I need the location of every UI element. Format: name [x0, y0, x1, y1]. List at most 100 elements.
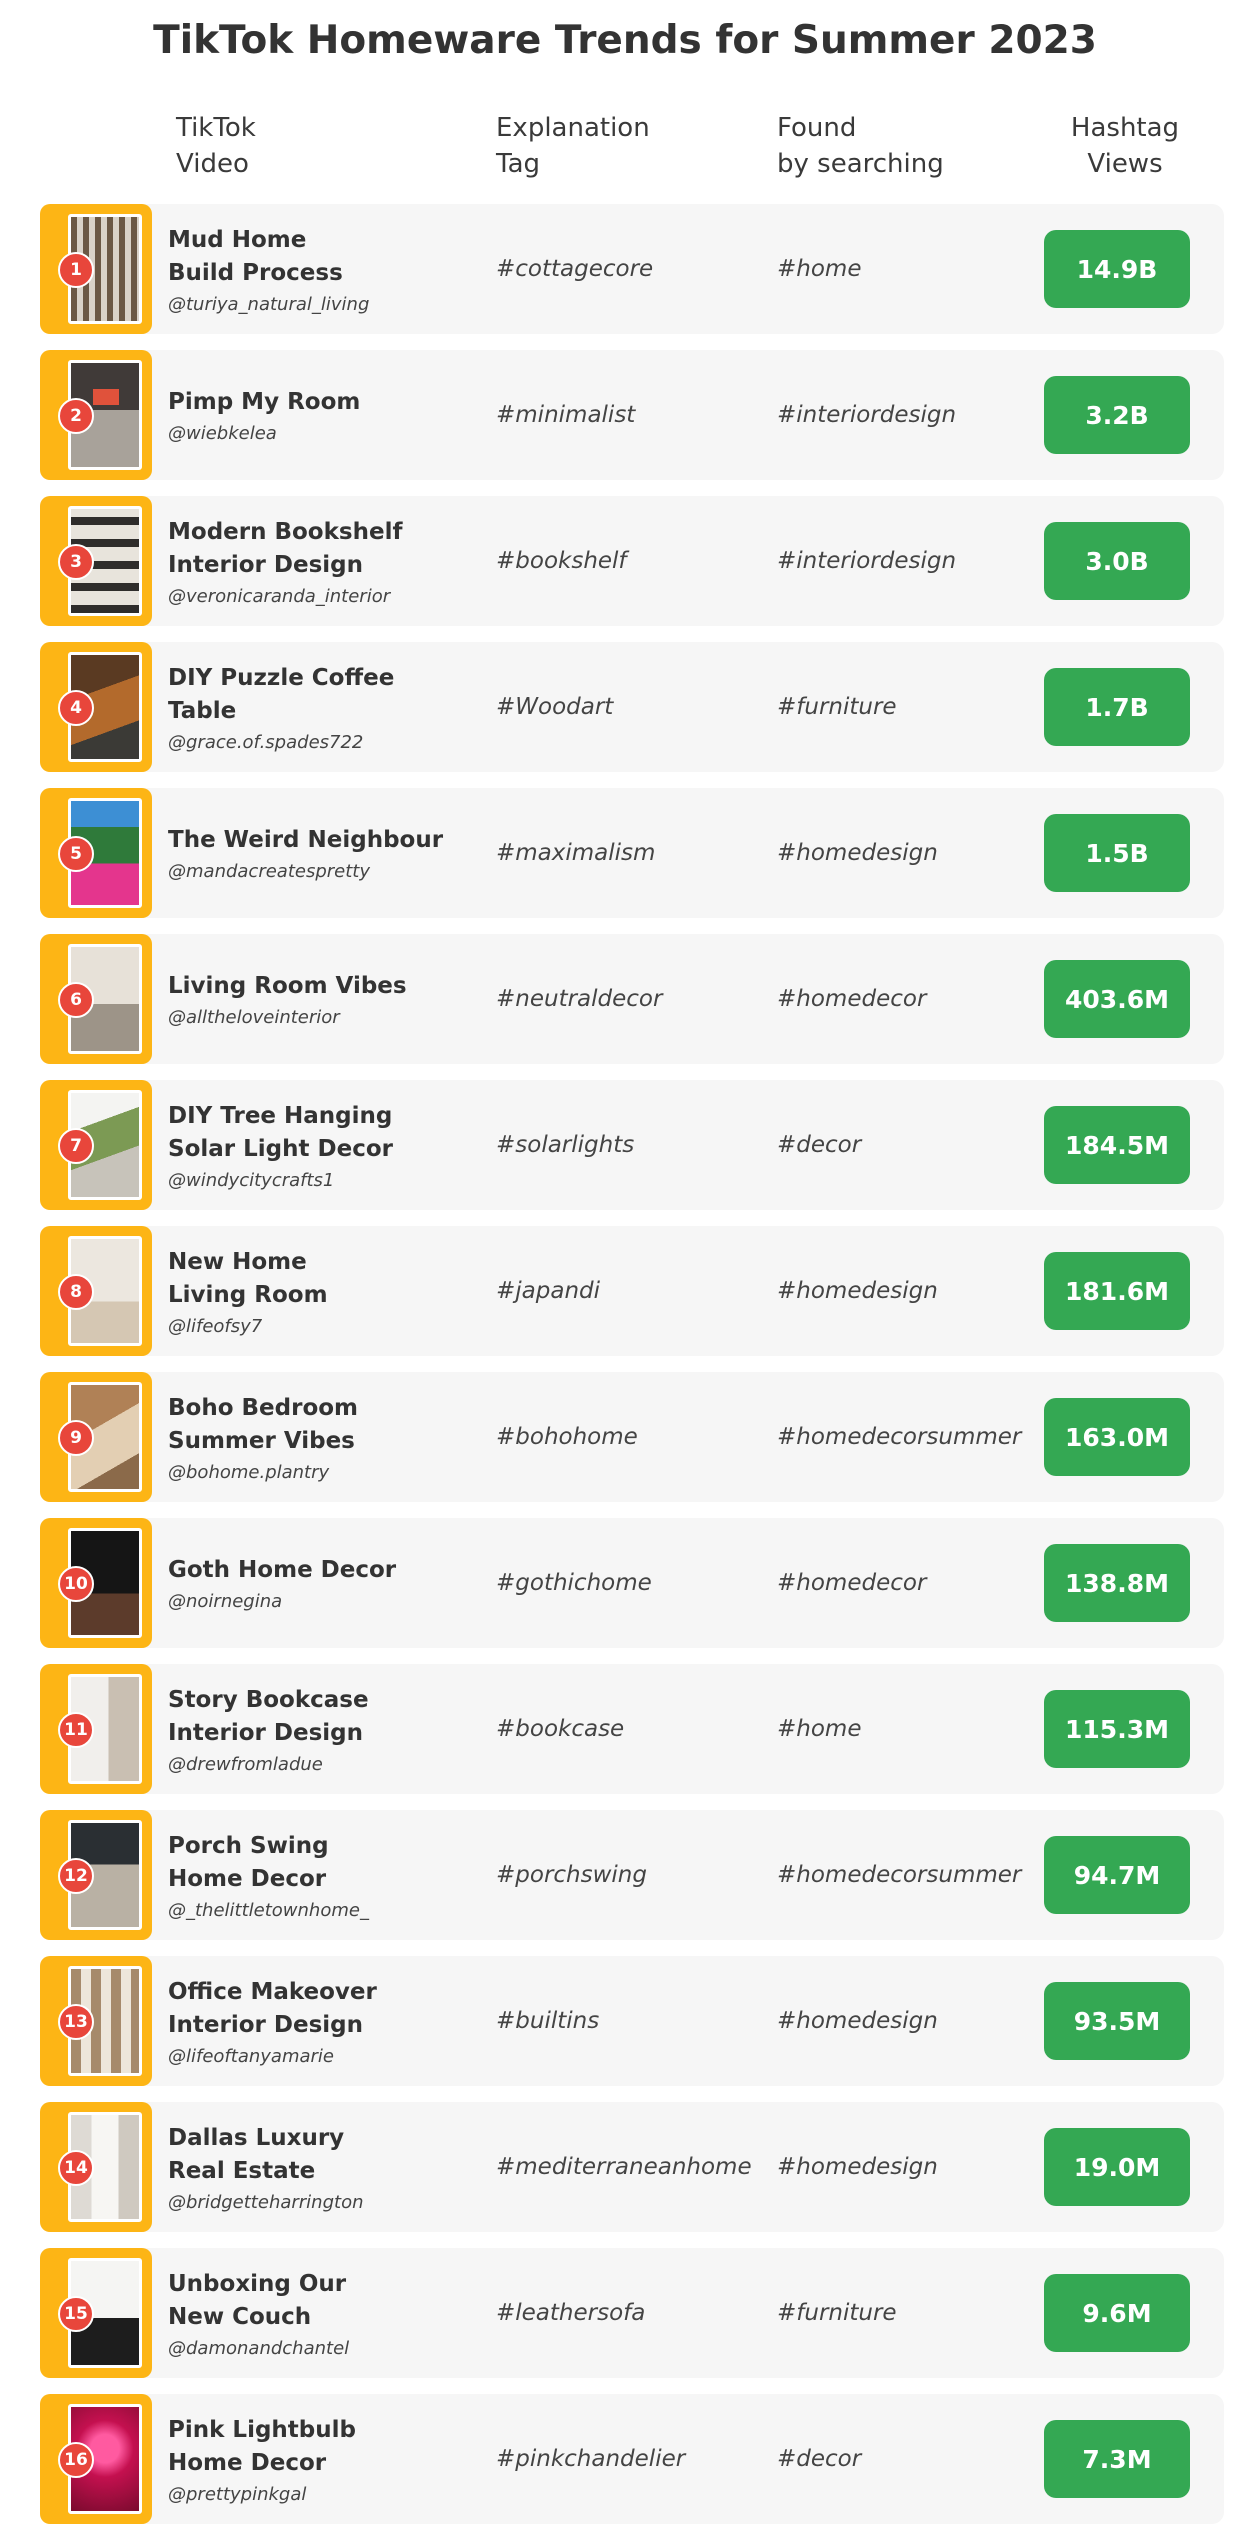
creator-handle[interactable]: @drewfromladue — [168, 1754, 468, 1775]
thumbnail-frame — [40, 1956, 152, 2086]
thumbnail-frame — [40, 788, 152, 918]
table-row[interactable]: 10 Goth Home Decor @noirnegina #gothicho… — [40, 1518, 1224, 1648]
creator-handle[interactable]: @lifeoftanyamarie — [168, 2046, 468, 2067]
hashtag-views-badge: 1.7B — [1044, 668, 1190, 746]
search-hashtag: #interiordesign — [777, 402, 957, 428]
explanation-tag: #bohohome — [496, 1424, 638, 1450]
video-title[interactable]: Story Bookcase Interior Design — [168, 1684, 468, 1750]
hashtag-views-badge: 7.3M — [1044, 2420, 1190, 2498]
search-hashtag: #home — [777, 256, 862, 282]
video-title[interactable]: Dallas Luxury Real Estate — [168, 2122, 468, 2188]
explanation-tag: #solarlights — [496, 1132, 635, 1158]
hashtag-views-badge: 163.0M — [1044, 1398, 1190, 1476]
creator-handle[interactable]: @damonandchantel — [168, 2338, 468, 2359]
video-title[interactable]: Boho Bedroom Summer Vibes — [168, 1392, 468, 1458]
video-title[interactable]: Goth Home Decor — [168, 1554, 468, 1587]
creator-handle[interactable]: @veronicaranda_interior — [168, 586, 468, 607]
column-header-views: Hashtag Views — [1070, 113, 1180, 179]
rank-badge: 8 — [58, 1274, 94, 1310]
column-header-video: TikTok Video — [176, 113, 256, 179]
creator-handle[interactable]: @lifeofsy7 — [168, 1316, 468, 1337]
video-info: Living Room Vibes @alltheloveinterior — [168, 934, 468, 1064]
creator-handle[interactable]: @_thelittletownhome_ — [168, 1900, 468, 1921]
hashtag-views-badge: 403.6M — [1044, 960, 1190, 1038]
rank-badge: 6 — [58, 982, 94, 1018]
explanation-tag: #gothichome — [496, 1570, 652, 1596]
explanation-tag: #mediterraneanhome — [496, 2154, 752, 2180]
search-hashtag: #furniture — [777, 694, 897, 720]
rank-badge: 14 — [58, 2150, 94, 2186]
video-title[interactable]: Office Makeover Interior Design — [168, 1976, 468, 2042]
table-row[interactable]: 15 Unboxing Our New Couch @damonandchant… — [40, 2248, 1224, 2378]
page-title: TikTok Homeware Trends for Summer 2023 — [153, 18, 1097, 63]
hashtag-views-badge: 181.6M — [1044, 1252, 1190, 1330]
search-hashtag: #homedecorsummer — [777, 1862, 1022, 1888]
hashtag-views-badge: 138.8M — [1044, 1544, 1190, 1622]
explanation-tag: #cottagecore — [496, 256, 654, 282]
video-title[interactable]: Modern Bookshelf Interior Design — [168, 516, 468, 582]
table-row[interactable]: 2 Pimp My Room @wiebkelea #minimalist #i… — [40, 350, 1224, 480]
video-title[interactable]: The Weird Neighbour — [168, 824, 468, 857]
video-title[interactable]: Pimp My Room — [168, 386, 468, 419]
explanation-tag: #Woodart — [496, 694, 614, 720]
creator-handle[interactable]: @mandacreatespretty — [168, 861, 468, 882]
table-row[interactable]: 7 DIY Tree Hanging Solar Light Decor @wi… — [40, 1080, 1224, 1210]
video-title[interactable]: New Home Living Room — [168, 1246, 468, 1312]
explanation-tag: #pinkchandelier — [496, 2446, 686, 2472]
video-title[interactable]: DIY Puzzle Coffee Table — [168, 662, 468, 728]
explanation-tag: #neutraldecor — [496, 986, 663, 1012]
explanation-tag: #bookshelf — [496, 548, 627, 574]
rank-badge: 11 — [58, 1712, 94, 1748]
table-row[interactable]: 9 Boho Bedroom Summer Vibes @bohome.plan… — [40, 1372, 1224, 1502]
video-title[interactable]: DIY Tree Hanging Solar Light Decor — [168, 1100, 468, 1166]
video-info: Office Makeover Interior Design @lifeoft… — [168, 1956, 468, 2086]
hashtag-views-badge: 115.3M — [1044, 1690, 1190, 1768]
rank-badge: 1 — [58, 252, 94, 288]
table-row[interactable]: 16 Pink Lightbulb Home Decor @prettypink… — [40, 2394, 1224, 2524]
hashtag-views-badge: 94.7M — [1044, 1836, 1190, 1914]
rank-badge: 10 — [58, 1566, 94, 1602]
thumbnail-frame — [40, 1810, 152, 1940]
creator-handle[interactable]: @bridgetteharrington — [168, 2192, 468, 2213]
creator-handle[interactable]: @prettypinkgal — [168, 2484, 468, 2505]
table-row[interactable]: 14 Dallas Luxury Real Estate @bridgetteh… — [40, 2102, 1224, 2232]
video-info: DIY Tree Hanging Solar Light Decor @wind… — [168, 1080, 468, 1210]
video-info: Porch Swing Home Decor @_thelittletownho… — [168, 1810, 468, 1940]
creator-handle[interactable]: @windycitycrafts1 — [168, 1170, 468, 1191]
rank-badge: 3 — [58, 544, 94, 580]
table-row[interactable]: 3 Modern Bookshelf Interior Design @vero… — [40, 496, 1224, 626]
video-title[interactable]: Unboxing Our New Couch — [168, 2268, 468, 2334]
rank-badge: 16 — [58, 2442, 94, 2478]
table-row[interactable]: 6 Living Room Vibes @alltheloveinterior … — [40, 934, 1224, 1064]
search-hashtag: #decor — [777, 1132, 862, 1158]
creator-handle[interactable]: @bohome.plantry — [168, 1462, 468, 1483]
creator-handle[interactable]: @alltheloveinterior — [168, 1007, 468, 1028]
explanation-tag: #bookcase — [496, 1716, 625, 1742]
table-row[interactable]: 4 DIY Puzzle Coffee Table @grace.of.spad… — [40, 642, 1224, 772]
thumbnail-frame — [40, 204, 152, 334]
video-title[interactable]: Porch Swing Home Decor — [168, 1830, 468, 1896]
table-row[interactable]: 5 The Weird Neighbour @mandacreatesprett… — [40, 788, 1224, 918]
video-title[interactable]: Mud Home Build Process — [168, 224, 468, 290]
video-info: Pink Lightbulb Home Decor @prettypinkgal — [168, 2394, 468, 2524]
creator-handle[interactable]: @turiya_natural_living — [168, 294, 468, 315]
creator-handle[interactable]: @grace.of.spades722 — [168, 732, 468, 753]
creator-handle[interactable]: @noirnegina — [168, 1591, 468, 1612]
table-row[interactable]: 11 Story Bookcase Interior Design @drewf… — [40, 1664, 1224, 1794]
explanation-tag: #minimalist — [496, 402, 636, 428]
video-info: Unboxing Our New Couch @damonandchantel — [168, 2248, 468, 2378]
video-title[interactable]: Pink Lightbulb Home Decor — [168, 2414, 468, 2480]
video-info: Story Bookcase Interior Design @drewfrom… — [168, 1664, 468, 1794]
creator-handle[interactable]: @wiebkelea — [168, 423, 468, 444]
hashtag-views-badge: 9.6M — [1044, 2274, 1190, 2352]
video-info: Pimp My Room @wiebkelea — [168, 350, 468, 480]
table-row[interactable]: 8 New Home Living Room @lifeofsy7 #japan… — [40, 1226, 1224, 1356]
table-row[interactable]: 12 Porch Swing Home Decor @_thelittletow… — [40, 1810, 1224, 1940]
explanation-tag: #builtins — [496, 2008, 600, 2034]
video-title[interactable]: Living Room Vibes — [168, 970, 468, 1003]
search-hashtag: #homedesign — [777, 1278, 938, 1304]
thumbnail-frame — [40, 934, 152, 1064]
table-row[interactable]: 1 Mud Home Build Process @turiya_natural… — [40, 204, 1224, 334]
table-row[interactable]: 13 Office Makeover Interior Design @life… — [40, 1956, 1224, 2086]
search-hashtag: #homedecor — [777, 986, 927, 1012]
